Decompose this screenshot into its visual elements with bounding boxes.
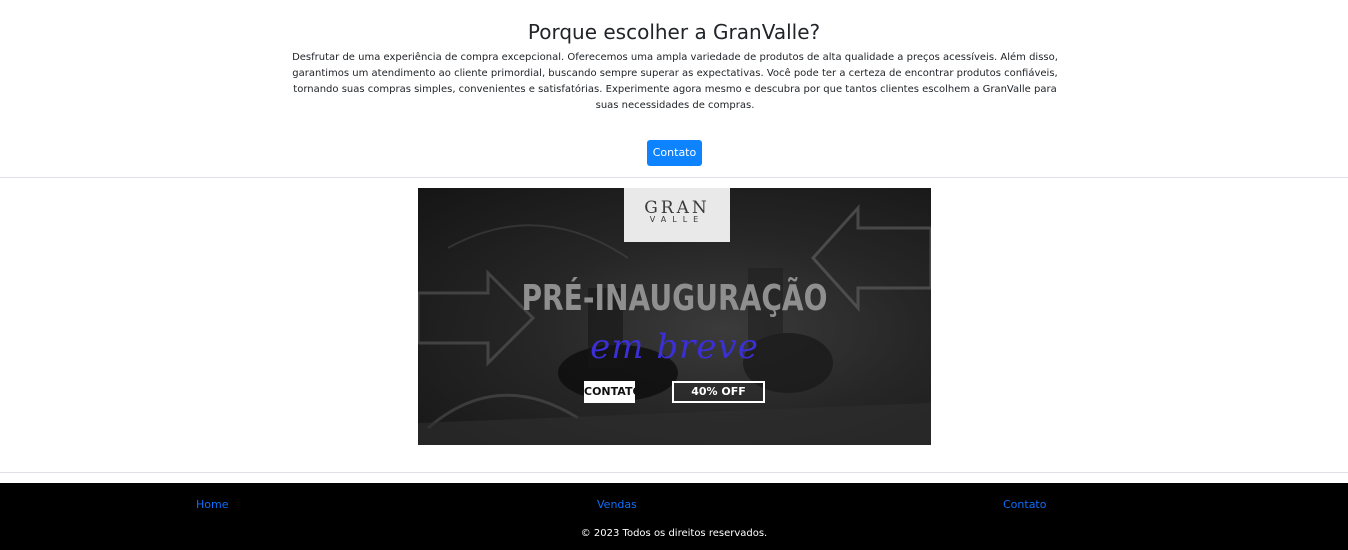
divider-top (0, 177, 1348, 178)
logo-text-valle: VALLE (649, 215, 705, 224)
copyright-text: © 2023 Todos os direitos reservados. (580, 528, 768, 539)
banner-script-text: em breve (590, 327, 759, 367)
footer-link-vendas[interactable]: Vendas (597, 498, 637, 512)
banner-contact-label: CONTATO (584, 381, 642, 403)
section-description: Desfrutar de uma experiência de compra e… (292, 52, 1058, 111)
contact-button[interactable]: Contato (647, 140, 702, 166)
footer: Home Vendas Contato © 2023 Todos os dire… (0, 483, 1348, 550)
promo-banner: GRAN VALLE PRÉ-INAUGURAÇÃO em breve CONT… (418, 188, 931, 445)
footer-link-contato[interactable]: Contato (1003, 498, 1046, 512)
footer-link-home[interactable]: Home (196, 498, 228, 512)
banner-headline: PRÉ-INAUGURAÇÃO (521, 278, 828, 319)
why-section: Porque escolher a GranValle? Desfrutar d… (0, 0, 1348, 178)
section-title: Porque escolher a GranValle? (527, 20, 821, 44)
granvalle-logo: GRAN VALLE (624, 188, 730, 242)
divider-bottom (0, 472, 1348, 473)
banner-discount-label: 40% OFF (672, 381, 765, 403)
